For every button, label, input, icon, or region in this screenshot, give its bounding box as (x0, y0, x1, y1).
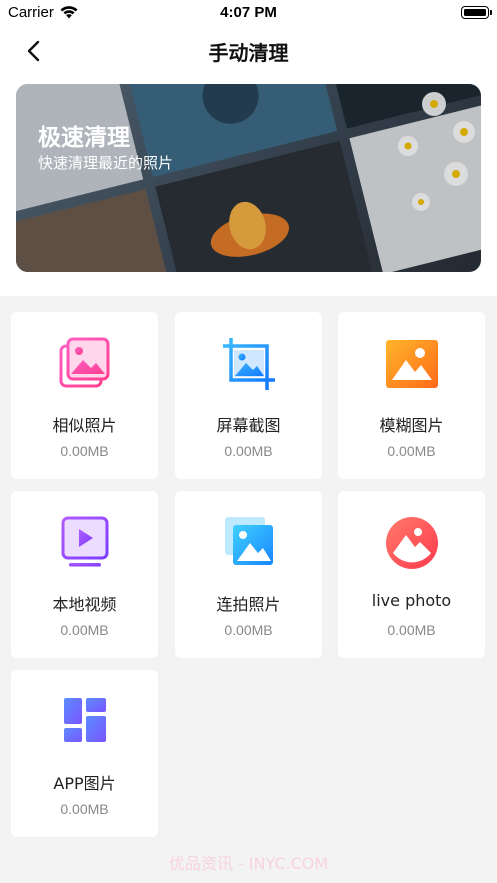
banner-subtitle: 快速清理最近的照片 (38, 154, 174, 172)
quick-clean-banner[interactable]: 极速清理 快速清理最近的照片 (16, 84, 481, 272)
card-live-photo[interactable]: live photo 0.00MB (338, 491, 485, 658)
card-screenshots[interactable]: 屏幕截图 0.00MB (175, 312, 322, 479)
video-icon (61, 516, 108, 567)
card-size: 0.00MB (60, 622, 109, 638)
card-label: 连拍照片 (216, 595, 281, 614)
card-size: 0.00MB (387, 443, 436, 459)
card-size: 0.00MB (60, 801, 109, 817)
card-size: 0.00MB (387, 622, 436, 638)
nav-bar: 手动清理 (0, 26, 497, 76)
card-label: APP图片 (53, 774, 116, 793)
status-time: 4:07 PM (220, 4, 277, 21)
card-similar-photos[interactable]: 相似照片 0.00MB (11, 312, 158, 479)
banner-title: 极速清理 (38, 125, 130, 151)
card-app-images[interactable]: APP图片 0.00MB (11, 670, 158, 837)
watermark: 优品资讯 - INYC.COM (168, 854, 329, 873)
card-label: 模糊图片 (379, 416, 444, 435)
similar-photos-icon (59, 337, 109, 388)
banner-photo-collage (16, 84, 481, 272)
page-title: 手动清理 (208, 41, 289, 65)
screenshot-icon (222, 338, 275, 390)
live-photo-icon (385, 517, 438, 569)
card-size: 0.00MB (224, 622, 273, 638)
battery-icon (461, 6, 492, 19)
card-size: 0.00MB (60, 443, 109, 459)
card-blurry-images[interactable]: 模糊图片 0.00MB (338, 312, 485, 479)
card-label: live photo (371, 591, 452, 610)
app-images-icon (63, 698, 106, 742)
card-label: 相似照片 (52, 416, 117, 435)
card-size: 0.00MB (224, 443, 273, 459)
burst-photos-icon (224, 517, 273, 565)
card-label: 本地视频 (52, 595, 117, 614)
card-burst-photos[interactable]: 连拍照片 0.00MB (175, 491, 322, 658)
card-local-video[interactable]: 本地视频 0.00MB (11, 491, 158, 658)
status-bar: Carrier 4:07 PM (0, 0, 497, 26)
blurry-image-icon (385, 340, 438, 388)
card-label: 屏幕截图 (216, 416, 281, 435)
